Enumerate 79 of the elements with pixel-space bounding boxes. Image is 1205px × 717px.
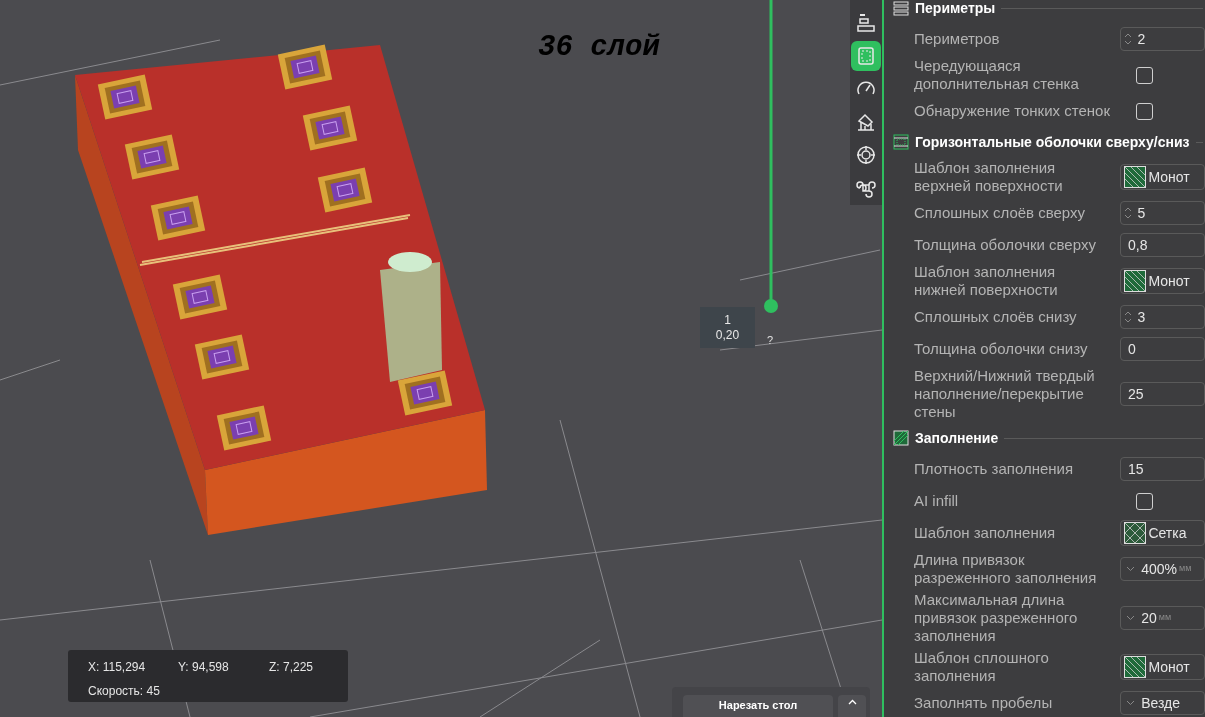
setting-label: Шаблон заполнения: [914, 524, 1057, 542]
crosshatch-icon: [1124, 522, 1147, 544]
section-title: Горизонтальные оболочки сверху/сниз: [915, 132, 1190, 152]
slice-button[interactable]: Нарезать стол: [683, 695, 833, 717]
diagonal-lines-icon: [1124, 656, 1147, 678]
pattern-value: Сетка: [1148, 523, 1187, 543]
spin-field[interactable]: 3: [1120, 305, 1205, 329]
checkbox[interactable]: [1136, 102, 1153, 120]
setting-label: Толщина оболочки снизу: [914, 340, 1089, 358]
dropdown-value: 20: [1141, 608, 1157, 628]
setting-label: AI infill: [914, 492, 960, 510]
z-coordinate: Z: 7,225: [269, 659, 314, 676]
layer-number: 1: [724, 312, 731, 328]
setting-label: Шаблон заполнения нижней поверхности: [914, 263, 1059, 299]
square-dotted-icon: [856, 46, 876, 66]
dropdown-value: Везде: [1141, 693, 1181, 713]
y-coordinate: Y: 94,598: [178, 659, 230, 676]
pattern-dropdown[interactable]: Сетка: [1120, 520, 1205, 546]
section-title: Заполнение: [915, 428, 999, 448]
pattern-value: Монот: [1148, 167, 1190, 187]
number-field[interactable]: 0,8: [1120, 233, 1205, 257]
setting-label: Шаблон сплошного заполнения: [914, 649, 1050, 685]
setting-label: Сплошных слоёв снизу: [914, 308, 1078, 326]
spin-value: 2: [1137, 29, 1146, 49]
command-icon: [856, 178, 876, 198]
layer-height: 0,20: [715, 327, 740, 343]
setting-label: Длина привязок разреженного заполнения: [914, 551, 1098, 587]
setting-label: Верхний/Нижний твердый наполнение/перекрытие стены: [914, 367, 1096, 421]
spinner-arrows-icon: [1124, 310, 1133, 324]
shell-icon: [893, 134, 909, 150]
3d-viewport[interactable]: 36 слой 1 0,20 ? X: 115,294 Y: 94,598 Z: 7,225 Скорость: 45 Нарезать стол: [0, 0, 882, 717]
setting-label: Обнаружение тонких стенок: [914, 102, 1111, 120]
spool-icon: [856, 145, 876, 165]
spinner-arrows-icon: [1124, 32, 1133, 46]
toolbar-button[interactable]: [851, 41, 881, 71]
slice-menu-button[interactable]: [838, 695, 866, 717]
caret-icon: [847, 699, 857, 705]
chevron-down-icon: [1126, 566, 1136, 572]
spin-field[interactable]: 2: [1120, 27, 1205, 51]
dropdown[interactable]: Везде: [1120, 691, 1205, 715]
chevron-down-icon: [1126, 700, 1136, 706]
perimeter-icon: [893, 0, 909, 16]
support-icon: [856, 112, 876, 132]
section-title: Периметры: [915, 0, 996, 18]
chevron-down-icon: [1126, 615, 1136, 621]
spin-field[interactable]: 5: [1120, 201, 1205, 225]
spin-value: 5: [1137, 203, 1146, 223]
layer-slider-handle[interactable]: [764, 299, 778, 313]
setting-label: Шаблон заполнения верхней поверхности: [914, 159, 1064, 195]
spinner-arrows-icon: [1124, 206, 1133, 220]
number-field[interactable]: 15: [1120, 457, 1205, 481]
pattern-dropdown[interactable]: Монот: [1120, 268, 1205, 294]
pattern-value: Монот: [1148, 657, 1190, 677]
pattern-dropdown[interactable]: Монот: [1120, 164, 1205, 190]
layers-icon: [856, 13, 876, 33]
help-mark[interactable]: ?: [767, 332, 774, 349]
number-field[interactable]: 25: [1120, 382, 1205, 406]
diagonal-lines-icon: [1124, 270, 1147, 292]
diagonal-lines-icon: [1124, 166, 1147, 188]
setting-label: Максимальная длина привязок разреженного заполнения: [914, 591, 1079, 645]
setting-label: Сплошных слоёв сверху: [914, 204, 1087, 222]
x-coordinate: X: 115,294: [88, 659, 147, 676]
pattern-value: Монот: [1148, 271, 1190, 291]
checkbox[interactable]: [1136, 66, 1153, 84]
pattern-dropdown[interactable]: Монот: [1120, 654, 1205, 680]
dropdown-value: 400%: [1141, 559, 1177, 579]
unit-label: мм: [1179, 562, 1192, 576]
unit-label: мм: [1158, 611, 1172, 625]
setting-label: Периметров: [914, 30, 1001, 48]
checkbox[interactable]: [1136, 492, 1153, 510]
setting-label: Плотность заполнения: [914, 460, 1075, 478]
speed-readout: Скорость: 45: [88, 683, 161, 700]
layer-title: 36 слой: [538, 30, 660, 66]
setting-label: Чередующаяся дополнительная стенка: [914, 57, 1080, 93]
setting-label: Заполнять пробелы: [914, 694, 1054, 712]
spin-value: 3: [1137, 307, 1146, 327]
setting-label: Толщина оболочки сверху: [914, 236, 1097, 254]
hatched-square-icon: [893, 430, 909, 446]
number-field[interactable]: 0: [1120, 337, 1205, 361]
